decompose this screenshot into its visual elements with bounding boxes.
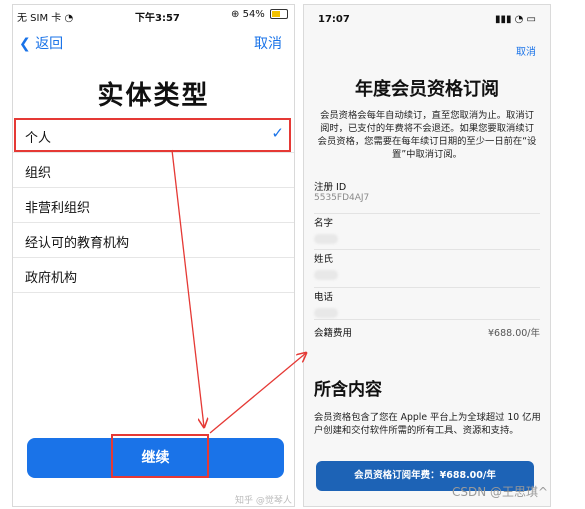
watermark-csdn: CSDN @王思琪^ — [452, 485, 549, 499]
arrow-to-continue — [171, 149, 204, 427]
arrow-to-subscription — [209, 353, 306, 434]
annotation-arrows — [171, 149, 585, 434]
